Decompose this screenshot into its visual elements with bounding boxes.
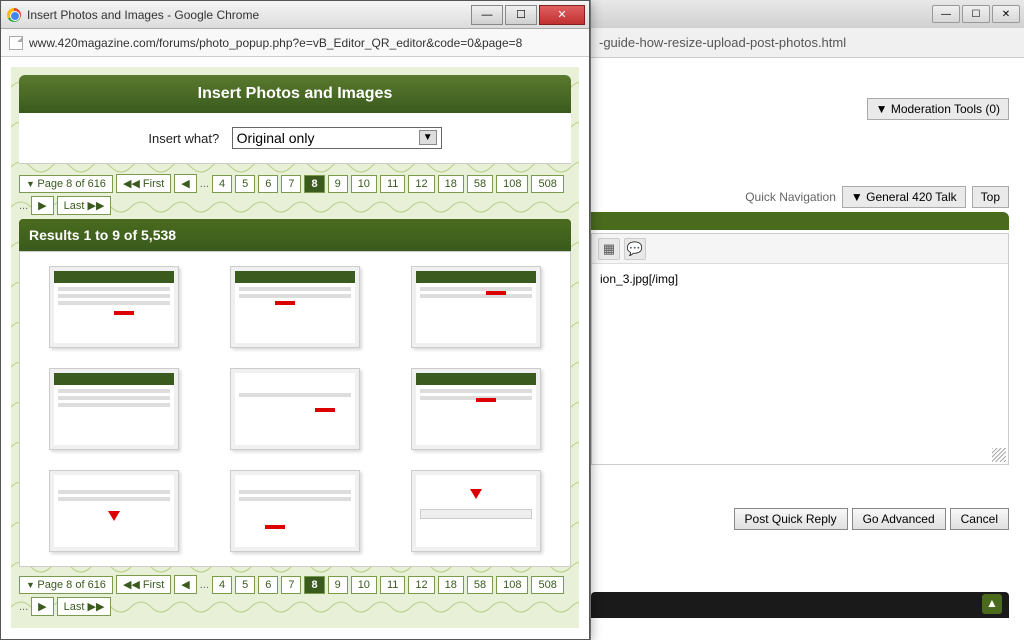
next-page-button[interactable]: ▶ bbox=[31, 597, 53, 616]
reply-header-bar bbox=[591, 212, 1009, 230]
page-58-button[interactable]: 58 bbox=[467, 175, 493, 193]
page-ellipsis: ... bbox=[200, 178, 209, 190]
moderation-tools-label: Moderation Tools (0) bbox=[891, 102, 1000, 116]
editor-quote-icon[interactable]: 💬 bbox=[624, 238, 646, 260]
bg-address-bar[interactable]: -guide-how-resize-upload-post-photos.htm… bbox=[591, 28, 1024, 58]
popup-url-text: www.420magazine.com/forums/photo_popup.p… bbox=[29, 36, 522, 50]
close-button-row: Close this window bbox=[11, 628, 579, 639]
insert-header: Insert Photos and Images bbox=[19, 75, 571, 113]
thumbnail-2[interactable] bbox=[230, 266, 360, 348]
page-ellipsis: ... bbox=[200, 579, 209, 591]
page-4-button[interactable]: 4 bbox=[212, 576, 232, 594]
page-7-button[interactable]: 7 bbox=[281, 576, 301, 594]
page-8-button[interactable]: 8 bbox=[304, 576, 324, 594]
thumbnail-1[interactable] bbox=[49, 266, 179, 348]
next-page-button[interactable]: ▶ bbox=[31, 196, 53, 215]
go-advanced-button[interactable]: Go Advanced bbox=[852, 508, 946, 530]
page-9-button[interactable]: 9 bbox=[328, 175, 348, 193]
page-summary-dropdown[interactable]: Page 8 of 616 bbox=[19, 576, 113, 594]
post-quick-reply-button[interactable]: Post Quick Reply bbox=[734, 508, 848, 530]
editor-toolbar: ▦ 💬 bbox=[592, 234, 1008, 264]
popup-titlebar[interactable]: Insert Photos and Images - Google Chrome… bbox=[1, 1, 589, 29]
moderation-tools-dropdown[interactable]: ▼ Moderation Tools (0) bbox=[867, 98, 1009, 120]
thumbnail-6[interactable] bbox=[411, 368, 541, 450]
page-6-button[interactable]: 6 bbox=[258, 175, 278, 193]
bg-maximize-button[interactable]: ☐ bbox=[962, 5, 990, 23]
page-11-button[interactable]: 11 bbox=[380, 576, 405, 594]
thumbnail-7[interactable] bbox=[49, 470, 179, 552]
cancel-button[interactable]: Cancel bbox=[950, 508, 1009, 530]
page-6-button[interactable]: 6 bbox=[258, 576, 278, 594]
page-508-button[interactable]: 508 bbox=[531, 175, 563, 193]
bg-titlebar: — ☐ ✕ bbox=[591, 0, 1024, 28]
page-58-button[interactable]: 58 bbox=[467, 576, 493, 594]
quick-nav-section-label: General 420 Talk bbox=[866, 190, 957, 204]
thumbnail-grid bbox=[19, 251, 571, 567]
page-11-button[interactable]: 11 bbox=[380, 175, 405, 193]
background-browser-window: — ☐ ✕ -guide-how-resize-upload-post-phot… bbox=[590, 0, 1024, 640]
insert-what-label: Insert what? bbox=[148, 131, 219, 146]
resize-handle-icon[interactable] bbox=[992, 448, 1006, 462]
popup-window: Insert Photos and Images - Google Chrome… bbox=[0, 0, 590, 640]
page-5-button[interactable]: 5 bbox=[235, 576, 255, 594]
pagination-top: Page 8 of 616◀◀ First◀...456789101112185… bbox=[19, 172, 571, 219]
page-108-button[interactable]: 108 bbox=[496, 576, 528, 594]
page-5-button[interactable]: 5 bbox=[235, 175, 255, 193]
page-4-button[interactable]: 4 bbox=[212, 175, 232, 193]
reply-buttons-row: Post Quick Reply Go Advanced Cancel bbox=[734, 508, 1009, 530]
popup-window-controls: — ☐ ✕ bbox=[471, 5, 585, 25]
first-page-button[interactable]: ◀◀ First bbox=[116, 575, 171, 594]
chrome-icon bbox=[7, 8, 21, 22]
scroll-top-icon[interactable]: ▲ bbox=[982, 594, 1002, 614]
page-18-button[interactable]: 18 bbox=[438, 576, 464, 594]
insert-what-select[interactable]: Original only bbox=[232, 127, 442, 149]
popup-maximize-button[interactable]: ☐ bbox=[505, 5, 537, 25]
thumbnail-9[interactable] bbox=[411, 470, 541, 552]
page-ellipsis: ... bbox=[19, 601, 28, 613]
quick-nav-section-dropdown[interactable]: ▼ General 420 Talk bbox=[842, 186, 966, 208]
last-page-button[interactable]: Last ▶▶ bbox=[57, 196, 112, 215]
prev-page-button[interactable]: ◀ bbox=[174, 174, 196, 193]
bg-content-area: ▼ Moderation Tools (0) Quick Navigation … bbox=[591, 58, 1024, 640]
editor-tool-icon[interactable]: ▦ bbox=[598, 238, 620, 260]
page-12-button[interactable]: 12 bbox=[408, 175, 434, 193]
first-page-button[interactable]: ◀◀ First bbox=[116, 174, 171, 193]
thumbnail-8[interactable] bbox=[230, 470, 360, 552]
page-icon bbox=[9, 36, 23, 50]
thumbnail-4[interactable] bbox=[49, 368, 179, 450]
page-18-button[interactable]: 18 bbox=[438, 175, 464, 193]
quick-navigation-row: Quick Navigation ▼ General 420 Talk Top bbox=[745, 186, 1009, 208]
prev-page-button[interactable]: ◀ bbox=[174, 575, 196, 594]
pagination-bottom: Page 8 of 616◀◀ First◀...456789101112185… bbox=[19, 573, 571, 620]
bg-minimize-button[interactable]: — bbox=[932, 5, 960, 23]
page-10-button[interactable]: 10 bbox=[351, 175, 377, 193]
page-508-button[interactable]: 508 bbox=[531, 576, 563, 594]
results-bar: Results 1 to 9 of 5,538 bbox=[19, 219, 571, 251]
popup-address-bar[interactable]: www.420magazine.com/forums/photo_popup.p… bbox=[1, 29, 589, 57]
footer-bar bbox=[591, 592, 1009, 618]
last-page-button[interactable]: Last ▶▶ bbox=[57, 597, 112, 616]
popup-minimize-button[interactable]: — bbox=[471, 5, 503, 25]
page-9-button[interactable]: 9 bbox=[328, 576, 348, 594]
popup-close-button[interactable]: ✕ bbox=[539, 5, 585, 25]
page-ellipsis: ... bbox=[19, 200, 28, 212]
popup-inner: Insert Photos and Images Insert what? Or… bbox=[11, 67, 579, 628]
page-10-button[interactable]: 10 bbox=[351, 576, 377, 594]
page-8-button[interactable]: 8 bbox=[304, 175, 324, 193]
thumbnail-5[interactable] bbox=[230, 368, 360, 450]
top-button[interactable]: Top bbox=[972, 186, 1009, 208]
popup-body: Insert Photos and Images Insert what? Or… bbox=[1, 57, 589, 639]
quick-reply-box: ▦ 💬 ion_3.jpg[/img] bbox=[591, 233, 1009, 465]
bg-close-button[interactable]: ✕ bbox=[992, 5, 1020, 23]
page-108-button[interactable]: 108 bbox=[496, 175, 528, 193]
page-summary-dropdown[interactable]: Page 8 of 616 bbox=[19, 175, 113, 193]
popup-title: Insert Photos and Images - Google Chrome bbox=[27, 8, 471, 22]
insert-what-row: Insert what? Original only bbox=[19, 113, 571, 164]
quick-nav-label: Quick Navigation bbox=[745, 190, 836, 204]
page-7-button[interactable]: 7 bbox=[281, 175, 301, 193]
thumbnail-3[interactable] bbox=[411, 266, 541, 348]
reply-textarea[interactable]: ion_3.jpg[/img] bbox=[592, 264, 1008, 464]
page-12-button[interactable]: 12 bbox=[408, 576, 434, 594]
